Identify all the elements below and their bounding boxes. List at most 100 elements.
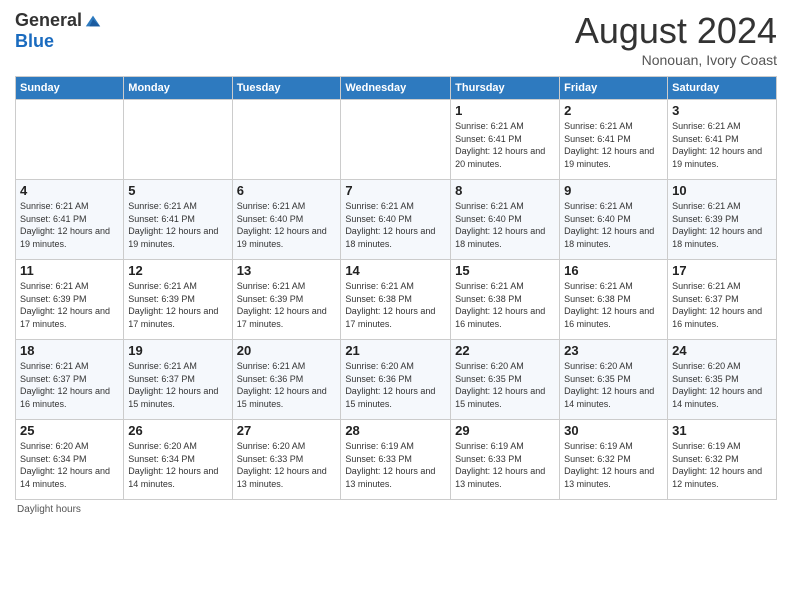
day-info: Sunrise: 6:20 AM Sunset: 6:35 PM Dayligh… bbox=[564, 360, 663, 410]
col-monday: Monday bbox=[124, 77, 232, 100]
table-row bbox=[341, 100, 451, 180]
table-row: 6Sunrise: 6:21 AM Sunset: 6:40 PM Daylig… bbox=[232, 180, 341, 260]
day-info: Sunrise: 6:21 AM Sunset: 6:41 PM Dayligh… bbox=[564, 120, 663, 170]
day-number: 10 bbox=[672, 183, 772, 198]
day-number: 18 bbox=[20, 343, 119, 358]
month-title: August 2024 bbox=[575, 10, 777, 52]
day-info: Sunrise: 6:20 AM Sunset: 6:34 PM Dayligh… bbox=[128, 440, 227, 490]
day-number: 8 bbox=[455, 183, 555, 198]
day-info: Sunrise: 6:21 AM Sunset: 6:36 PM Dayligh… bbox=[237, 360, 337, 410]
col-wednesday: Wednesday bbox=[341, 77, 451, 100]
title-section: August 2024 Nonouan, Ivory Coast bbox=[575, 10, 777, 68]
table-row: 23 Sunrise: 6:20 AM Sunset: 6:35 PM Dayli… bbox=[560, 340, 668, 420]
day-number: 31 bbox=[672, 423, 772, 438]
col-friday: Friday bbox=[560, 77, 668, 100]
table-row: 13 Sunrise: 6:21 AM Sunset: 6:39 PM Dayli… bbox=[232, 260, 341, 340]
day-info: Sunrise: 6:20 AM Sunset: 6:34 PM Dayligh… bbox=[20, 440, 119, 490]
logo-general-text: General bbox=[15, 10, 82, 31]
day-info: Sunrise: 6:21 AM Sunset: 6:38 PM Dayligh… bbox=[345, 280, 446, 330]
day-info: Sunrise: 6:20 AM Sunset: 6:33 PM Dayligh… bbox=[237, 440, 337, 490]
page-header: General Blue August 2024 Nonouan, Ivory … bbox=[15, 10, 777, 68]
table-row: 9Sunrise: 6:21 AM Sunset: 6:40 PM Daylig… bbox=[560, 180, 668, 260]
calendar-week-row: 25 Sunrise: 6:20 AM Sunset: 6:34 PM Dayli… bbox=[16, 420, 777, 500]
day-info: Sunrise: 6:21 AM Sunset: 6:38 PM Dayligh… bbox=[564, 280, 663, 330]
col-thursday: Thursday bbox=[451, 77, 560, 100]
col-tuesday: Tuesday bbox=[232, 77, 341, 100]
day-number: 7 bbox=[345, 183, 446, 198]
table-row: 17Sunrise: 6:21 AM Sunset: 6:37 PM Dayli… bbox=[668, 260, 777, 340]
footer-note: Daylight hours bbox=[15, 504, 777, 515]
calendar-header-row: Sunday Monday Tuesday Wednesday Thursday… bbox=[16, 77, 777, 100]
logo: General Blue bbox=[15, 10, 102, 52]
day-number: 29 bbox=[455, 423, 555, 438]
day-info: Sunrise: 6:21 AM Sunset: 6:39 PM Dayligh… bbox=[128, 280, 227, 330]
day-number: 25 bbox=[20, 423, 119, 438]
table-row bbox=[124, 100, 232, 180]
table-row: 2 Sunrise: 6:21 AM Sunset: 6:41 PM Daylig… bbox=[560, 100, 668, 180]
day-info: Sunrise: 6:21 AM Sunset: 6:39 PM Dayligh… bbox=[672, 200, 772, 250]
table-row: 4Sunrise: 6:21 AM Sunset: 6:41 PM Daylig… bbox=[16, 180, 124, 260]
day-number: 19 bbox=[128, 343, 227, 358]
calendar-week-row: 1 Sunrise: 6:21 AM Sunset: 6:41 PM Daylig… bbox=[16, 100, 777, 180]
calendar-week-row: 18 Sunrise: 6:21 AM Sunset: 6:37 PM Dayli… bbox=[16, 340, 777, 420]
table-row: 15Sunrise: 6:21 AM Sunset: 6:38 PM Dayli… bbox=[451, 260, 560, 340]
table-row: 21Sunrise: 6:20 AM Sunset: 6:36 PM Dayli… bbox=[341, 340, 451, 420]
day-info: Sunrise: 6:21 AM Sunset: 6:41 PM Dayligh… bbox=[455, 120, 555, 170]
day-number: 27 bbox=[237, 423, 337, 438]
day-number: 30 bbox=[564, 423, 663, 438]
day-info: Sunrise: 6:21 AM Sunset: 6:41 PM Dayligh… bbox=[672, 120, 772, 170]
location-subtitle: Nonouan, Ivory Coast bbox=[575, 52, 777, 68]
table-row: 20Sunrise: 6:21 AM Sunset: 6:36 PM Dayli… bbox=[232, 340, 341, 420]
col-saturday: Saturday bbox=[668, 77, 777, 100]
day-number: 12 bbox=[128, 263, 227, 278]
calendar-week-row: 11 Sunrise: 6:21 AM Sunset: 6:39 PM Dayli… bbox=[16, 260, 777, 340]
day-info: Sunrise: 6:21 AM Sunset: 6:39 PM Dayligh… bbox=[20, 280, 119, 330]
table-row: 30 Sunrise: 6:19 AM Sunset: 6:32 PM Dayli… bbox=[560, 420, 668, 500]
day-info: Sunrise: 6:21 AM Sunset: 6:39 PM Dayligh… bbox=[237, 280, 337, 330]
table-row bbox=[232, 100, 341, 180]
table-row: 1 Sunrise: 6:21 AM Sunset: 6:41 PM Daylig… bbox=[451, 100, 560, 180]
day-number: 28 bbox=[345, 423, 446, 438]
day-number: 2 bbox=[564, 103, 663, 118]
table-row bbox=[16, 100, 124, 180]
day-number: 16 bbox=[564, 263, 663, 278]
logo-icon bbox=[84, 12, 102, 30]
day-info: Sunrise: 6:21 AM Sunset: 6:40 PM Dayligh… bbox=[564, 200, 663, 250]
day-info: Sunrise: 6:21 AM Sunset: 6:37 PM Dayligh… bbox=[672, 280, 772, 330]
table-row: 10 Sunrise: 6:21 AM Sunset: 6:39 PM Dayli… bbox=[668, 180, 777, 260]
table-row: 8 Sunrise: 6:21 AM Sunset: 6:40 PM Daylig… bbox=[451, 180, 560, 260]
table-row: 25 Sunrise: 6:20 AM Sunset: 6:34 PM Dayli… bbox=[16, 420, 124, 500]
day-number: 21 bbox=[345, 343, 446, 358]
table-row: 24Sunrise: 6:20 AM Sunset: 6:35 PM Dayli… bbox=[668, 340, 777, 420]
day-info: Sunrise: 6:21 AM Sunset: 6:37 PM Dayligh… bbox=[128, 360, 227, 410]
day-info: Sunrise: 6:21 AM Sunset: 6:41 PM Dayligh… bbox=[20, 200, 119, 250]
day-info: Sunrise: 6:21 AM Sunset: 6:38 PM Dayligh… bbox=[455, 280, 555, 330]
day-number: 26 bbox=[128, 423, 227, 438]
table-row: 14 Sunrise: 6:21 AM Sunset: 6:38 PM Dayli… bbox=[341, 260, 451, 340]
day-number: 14 bbox=[345, 263, 446, 278]
day-number: 22 bbox=[455, 343, 555, 358]
day-info: Sunrise: 6:19 AM Sunset: 6:33 PM Dayligh… bbox=[345, 440, 446, 490]
day-info: Sunrise: 6:21 AM Sunset: 6:40 PM Dayligh… bbox=[455, 200, 555, 250]
table-row: 12 Sunrise: 6:21 AM Sunset: 6:39 PM Dayli… bbox=[124, 260, 232, 340]
table-row: 29Sunrise: 6:19 AM Sunset: 6:33 PM Dayli… bbox=[451, 420, 560, 500]
calendar-week-row: 4Sunrise: 6:21 AM Sunset: 6:41 PM Daylig… bbox=[16, 180, 777, 260]
day-info: Sunrise: 6:21 AM Sunset: 6:37 PM Dayligh… bbox=[20, 360, 119, 410]
day-number: 13 bbox=[237, 263, 337, 278]
day-info: Sunrise: 6:21 AM Sunset: 6:40 PM Dayligh… bbox=[345, 200, 446, 250]
day-number: 6 bbox=[237, 183, 337, 198]
table-row: 27 Sunrise: 6:20 AM Sunset: 6:33 PM Dayli… bbox=[232, 420, 341, 500]
day-info: Sunrise: 6:20 AM Sunset: 6:35 PM Dayligh… bbox=[455, 360, 555, 410]
day-number: 5 bbox=[128, 183, 227, 198]
day-number: 23 bbox=[564, 343, 663, 358]
table-row: 16 Sunrise: 6:21 AM Sunset: 6:38 PM Dayli… bbox=[560, 260, 668, 340]
table-row: 18 Sunrise: 6:21 AM Sunset: 6:37 PM Dayli… bbox=[16, 340, 124, 420]
day-number: 3 bbox=[672, 103, 772, 118]
day-info: Sunrise: 6:19 AM Sunset: 6:32 PM Dayligh… bbox=[564, 440, 663, 490]
day-info: Sunrise: 6:19 AM Sunset: 6:32 PM Dayligh… bbox=[672, 440, 772, 490]
calendar-table: Sunday Monday Tuesday Wednesday Thursday… bbox=[15, 76, 777, 500]
day-info: Sunrise: 6:20 AM Sunset: 6:35 PM Dayligh… bbox=[672, 360, 772, 410]
day-number: 1 bbox=[455, 103, 555, 118]
day-number: 11 bbox=[20, 263, 119, 278]
table-row: 22 Sunrise: 6:20 AM Sunset: 6:35 PM Dayli… bbox=[451, 340, 560, 420]
